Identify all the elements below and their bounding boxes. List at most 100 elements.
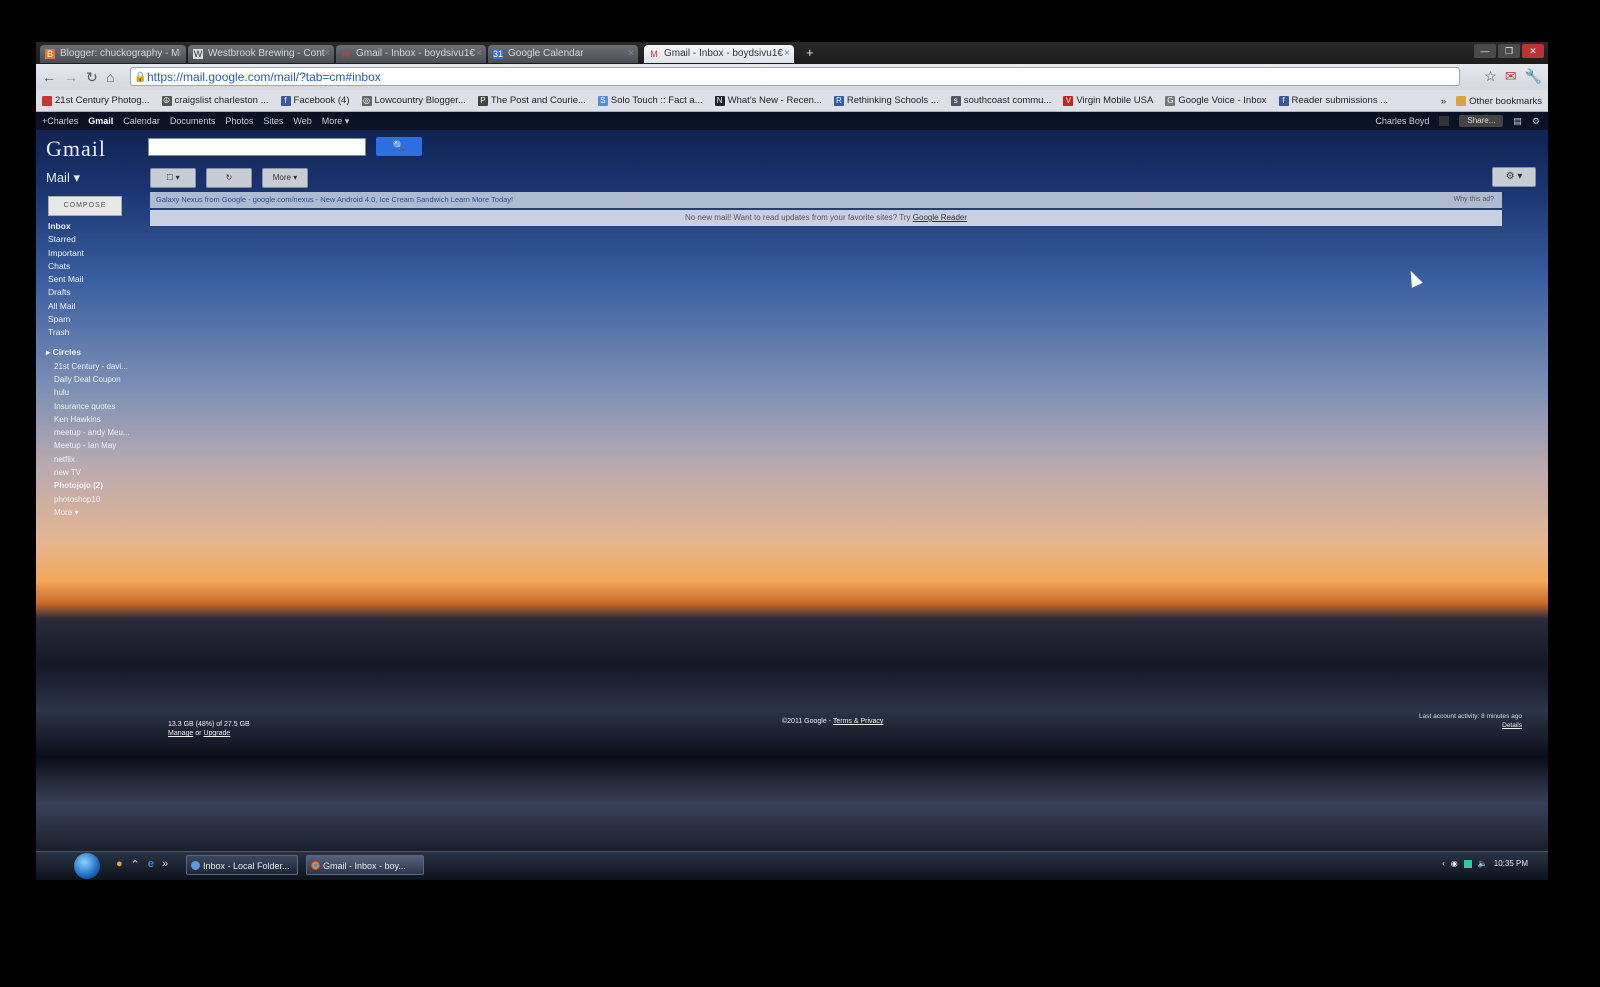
bookmark-item[interactable]: s southcoast commu... bbox=[950, 95, 1051, 106]
gmail-checker-icon[interactable]: ✉ bbox=[1505, 68, 1517, 85]
close-tab-icon[interactable]: × bbox=[784, 45, 790, 63]
sidebar-item-drafts[interactable]: Drafts bbox=[46, 286, 146, 299]
labels-more-link[interactable]: More ▾ bbox=[46, 506, 146, 519]
compose-button[interactable]: COMPOSE bbox=[48, 196, 122, 216]
close-tab-icon[interactable]: × bbox=[476, 45, 482, 63]
user-name[interactable]: Charles Boyd bbox=[1375, 116, 1429, 126]
gbar-more-link[interactable]: More ▾ bbox=[322, 116, 350, 127]
label-item[interactable]: meetup - andy Meu... bbox=[46, 426, 146, 439]
tab-westbrook[interactable]: W Westbrook Brewing - Cont × bbox=[188, 45, 334, 63]
search-input[interactable] bbox=[148, 138, 366, 156]
ie-icon[interactable]: e bbox=[148, 858, 154, 871]
sidebar-item-sent-mail[interactable]: Sent Mail bbox=[46, 273, 146, 286]
search-button[interactable]: 🔍 bbox=[376, 137, 422, 156]
bookmark-item[interactable]: N What's New - Recen... bbox=[714, 95, 822, 106]
label-item[interactable]: photoshop10 bbox=[46, 493, 146, 506]
clock[interactable]: 10:35 PM bbox=[1494, 859, 1528, 868]
sidebar-item-trash[interactable]: Trash bbox=[46, 326, 146, 339]
settings-button[interactable]: ⚙ ▾ bbox=[1492, 167, 1536, 187]
ad-banner[interactable]: Galaxy Nexus from Google - google.com/ne… bbox=[150, 192, 1502, 208]
bookmarks-overflow-button[interactable]: » bbox=[1441, 96, 1446, 107]
forward-icon[interactable]: → bbox=[64, 69, 78, 85]
overflow-icon[interactable]: » bbox=[162, 858, 168, 871]
label-item[interactable]: 21st Century - davi... bbox=[46, 360, 146, 373]
bookmark-item[interactable]: f Reader submissions ... bbox=[1278, 95, 1388, 106]
close-tab-icon[interactable]: × bbox=[176, 45, 182, 63]
volume-icon[interactable]: 🔈 bbox=[1478, 859, 1488, 868]
gbar-plus-link[interactable]: +Charles bbox=[42, 116, 78, 126]
tab-gmail-active[interactable]: M Gmail - Inbox - boydsivu1€ × bbox=[644, 45, 794, 63]
tab-blogger[interactable]: B Blogger: chuckography - M × bbox=[40, 45, 186, 63]
manage-link[interactable]: Manage bbox=[168, 730, 193, 737]
gear-icon[interactable]: ⚙ bbox=[1532, 116, 1540, 127]
bookmark-item[interactable]: G Google Voice - Inbox bbox=[1165, 95, 1267, 106]
minimize-button[interactable]: — bbox=[1474, 44, 1496, 58]
label-item-photojojo[interactable]: Photojojo (2) bbox=[46, 479, 146, 492]
label-item[interactable]: Ken Hawkins bbox=[46, 413, 146, 426]
address-bar[interactable]: 🔒 https://mail.google.com/mail/?tab=cm#i… bbox=[130, 67, 1460, 86]
label-item[interactable]: Meetup - Ian May bbox=[46, 439, 146, 452]
tray-expand-icon[interactable]: ‹ bbox=[1442, 859, 1445, 868]
why-this-ad-link[interactable]: Why this ad? bbox=[1454, 192, 1494, 208]
gbar-web-link[interactable]: Web bbox=[293, 116, 311, 126]
avatar[interactable]: ▤ bbox=[1513, 116, 1522, 127]
home-icon[interactable]: ⌂ bbox=[106, 69, 114, 85]
gbar-documents-link[interactable]: Documents bbox=[170, 116, 216, 126]
details-link[interactable]: Details bbox=[1502, 722, 1522, 729]
show-desktop-icon[interactable]: ⌃ bbox=[131, 858, 140, 871]
other-bookmarks[interactable]: Other bookmarks bbox=[1456, 96, 1542, 107]
network-icon[interactable]: ◉ bbox=[1451, 859, 1458, 868]
bookmark-item[interactable]: 21st Century Photog... bbox=[42, 95, 150, 106]
bookmark-item[interactable]: P The Post and Courie... bbox=[477, 95, 586, 106]
label-item[interactable]: Daily Deal Coupon bbox=[46, 373, 146, 386]
bookmark-item[interactable]: ☮ craigslist charleston ... bbox=[161, 95, 269, 106]
gmail-logo[interactable]: Gmail bbox=[46, 136, 106, 162]
maximize-button[interactable]: ❐ bbox=[1498, 44, 1520, 58]
gbar-photos-link[interactable]: Photos bbox=[225, 116, 253, 126]
star-icon[interactable]: ☆ bbox=[1484, 68, 1497, 85]
gbar-sites-link[interactable]: Sites bbox=[263, 116, 283, 126]
taskbar-item-thunderbird[interactable]: Inbox - Local Folder... bbox=[186, 855, 298, 875]
label-item[interactable]: Insurance quotes bbox=[46, 400, 146, 413]
sidebar-item-inbox[interactable]: Inbox bbox=[46, 220, 146, 233]
new-tab-button[interactable]: + bbox=[806, 45, 814, 60]
gbar-gmail-link[interactable]: Gmail bbox=[88, 116, 113, 126]
close-window-button[interactable]: ✕ bbox=[1522, 44, 1544, 58]
sidebar-item-starred[interactable]: Starred bbox=[46, 233, 146, 246]
close-tab-icon[interactable]: × bbox=[324, 45, 330, 63]
google-reader-link[interactable]: Google Reader bbox=[913, 213, 967, 222]
share-box[interactable]: Share... bbox=[1459, 115, 1504, 127]
tray-app-icon[interactable] bbox=[1463, 859, 1472, 868]
mail-dropdown[interactable]: Mail ▾ bbox=[46, 170, 80, 186]
upgrade-link[interactable]: Upgrade bbox=[203, 730, 230, 737]
bookmark-item[interactable]: S Solo Touch :: Fact a... bbox=[597, 95, 703, 106]
bookmark-item[interactable]: ◎ Lowcountry Blogger... bbox=[361, 95, 466, 106]
bookmark-item[interactable]: R Rethinking Schools ... bbox=[833, 95, 939, 106]
sidebar-item-chats[interactable]: Chats bbox=[46, 260, 146, 273]
select-checkbox-dropdown[interactable]: ☐ ▾ bbox=[150, 168, 196, 188]
start-button[interactable] bbox=[74, 853, 100, 879]
ad-text[interactable]: Galaxy Nexus from Google - google.com/ne… bbox=[156, 195, 513, 204]
notification-count[interactable] bbox=[1439, 116, 1450, 126]
circles-section[interactable]: ▸ Circles bbox=[46, 344, 146, 360]
firefox-icon[interactable]: ● bbox=[116, 858, 123, 871]
label-item[interactable]: new TV bbox=[46, 466, 146, 479]
gbar-calendar-link[interactable]: Calendar bbox=[123, 116, 160, 126]
reload-icon[interactable]: ↻ bbox=[86, 69, 98, 86]
sidebar-item-all-mail[interactable]: All Mail bbox=[46, 300, 146, 313]
back-icon[interactable]: ← bbox=[42, 69, 56, 85]
close-tab-icon[interactable]: × bbox=[628, 45, 634, 63]
more-button[interactable]: More ▾ bbox=[262, 168, 308, 188]
refresh-button[interactable]: ↻ bbox=[206, 168, 252, 188]
sidebar-item-important[interactable]: Important bbox=[46, 247, 146, 260]
label-item[interactable]: hulu bbox=[46, 386, 146, 399]
bookmark-item[interactable]: f Facebook (4) bbox=[280, 95, 350, 106]
tab-gmail-1[interactable]: M Gmail - Inbox - boydsivu1€ × bbox=[336, 45, 486, 63]
taskbar-item-chrome[interactable]: Gmail - Inbox - boy... bbox=[306, 855, 424, 875]
sidebar-item-spam[interactable]: Spam bbox=[46, 313, 146, 326]
bookmark-item[interactable]: V Virgin Mobile USA bbox=[1063, 95, 1153, 106]
terms-privacy-link[interactable]: Terms & Privacy bbox=[833, 718, 884, 725]
tab-calendar[interactable]: 31 Google Calendar × bbox=[488, 45, 638, 63]
label-item[interactable]: netflix bbox=[46, 453, 146, 466]
wrench-icon[interactable]: 🔧 bbox=[1525, 68, 1542, 85]
